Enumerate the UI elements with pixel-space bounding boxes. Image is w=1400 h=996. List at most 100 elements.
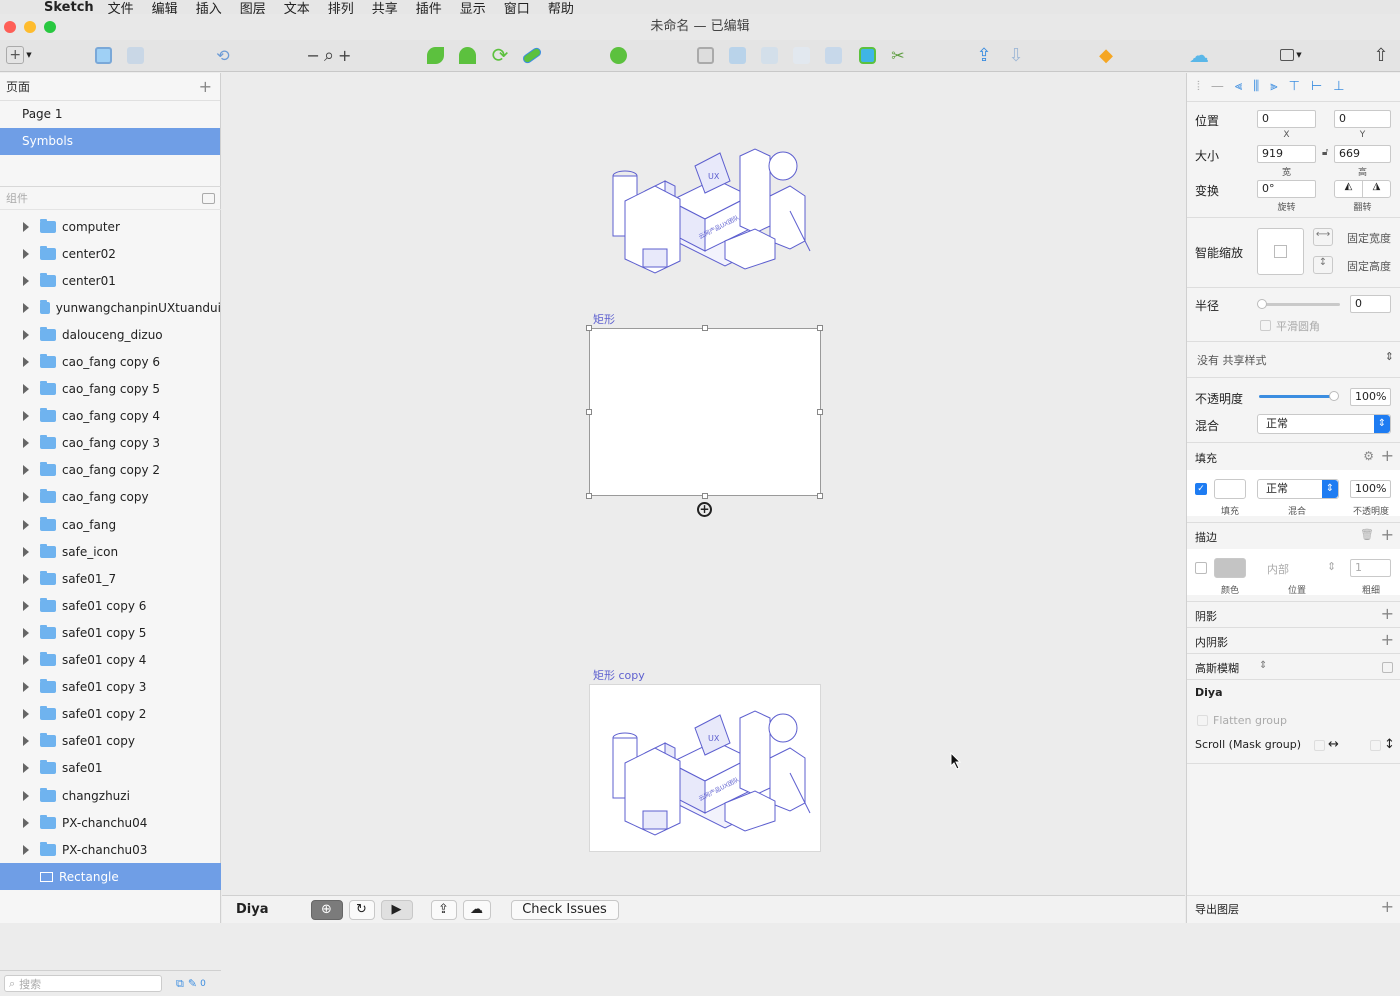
disclosure-icon[interactable] (23, 627, 29, 638)
disclosure-icon[interactable] (23, 844, 29, 855)
layer-item[interactable]: cao_fang copy 3 (0, 430, 221, 457)
border-position-select[interactable]: 内部 (1267, 561, 1289, 577)
fill-blend-select[interactable]: 正常 ⇕ (1257, 479, 1339, 499)
disclosure-icon[interactable] (23, 817, 29, 828)
artboard-label-rectangle-copy[interactable]: 矩形 copy (593, 667, 645, 683)
scroll-vertical-checkbox[interactable] (1370, 740, 1381, 751)
layer-item[interactable]: safe01 copy 4 (0, 647, 221, 674)
menu-insert[interactable]: 插入 (196, 0, 222, 15)
flip-vertical-icon[interactable]: ◮ (1363, 181, 1390, 197)
chevron-updown-icon[interactable]: ⇕ (1385, 350, 1394, 363)
add-page-icon[interactable]: + (199, 77, 212, 96)
resize-handle-tr[interactable] (817, 325, 823, 331)
add-inner-shadow-icon[interactable]: + (1381, 630, 1394, 649)
disclosure-icon[interactable] (23, 790, 29, 801)
menu-layer[interactable]: 图层 (240, 0, 266, 15)
layer-item[interactable]: dalouceng_dizuo (0, 321, 221, 348)
layer-item[interactable]: changzhuzi (0, 782, 221, 809)
fix-height-icon[interactable]: ↕ (1313, 256, 1333, 274)
selected-rectangle[interactable] (589, 328, 821, 496)
disclosure-icon[interactable] (23, 465, 29, 476)
forward-button[interactable]: ⇪ (972, 44, 996, 66)
disclosure-icon[interactable] (23, 736, 29, 747)
y-field[interactable]: 0 (1334, 110, 1391, 128)
cloud-button[interactable]: ☁ (462, 899, 491, 920)
add-point-icon[interactable]: + (697, 502, 712, 517)
create-symbol-button[interactable] (93, 44, 113, 66)
resize-handle-l[interactable] (586, 409, 592, 415)
align-right-icon[interactable]: ⫸ (1270, 79, 1277, 94)
menu-window[interactable]: 窗口 (504, 0, 530, 15)
resizing-control[interactable] (1257, 228, 1304, 275)
blur-section-label[interactable]: 高斯模糊 (1195, 660, 1239, 676)
add-button[interactable]: ⊕ (310, 899, 343, 920)
fix-width-icon[interactable]: ⟷ (1313, 228, 1333, 246)
align-top-icon[interactable]: ⊤ (1289, 79, 1300, 94)
disclosure-icon[interactable] (23, 302, 29, 313)
disclosure-icon[interactable] (23, 763, 29, 774)
mask-button[interactable] (694, 44, 716, 66)
layer-item[interactable]: safe01 copy 6 (0, 592, 221, 619)
blend-select[interactable]: 正常 ⇕ (1257, 414, 1391, 434)
zoom-control[interactable]: − ⌕ + (298, 44, 360, 66)
menu-app-name[interactable]: Sketch (44, 0, 94, 14)
border-color-swatch[interactable] (1214, 558, 1246, 578)
disclosure-icon[interactable] (23, 438, 29, 449)
page-item-page1[interactable]: Page 1 (0, 101, 220, 128)
menu-share[interactable]: 共享 (372, 0, 398, 15)
layer-item[interactable]: cao_fang (0, 511, 221, 538)
zoom-out-icon[interactable]: − (307, 46, 320, 65)
menu-file[interactable]: 文件 (108, 0, 134, 15)
disclosure-icon[interactable] (23, 492, 29, 503)
collapse-icon[interactable] (202, 192, 215, 204)
resize-handle-t[interactable] (702, 325, 708, 331)
union-button[interactable] (424, 44, 446, 66)
radius-slider[interactable] (1257, 299, 1340, 309)
layer-item[interactable]: cao_fang copy 2 (0, 457, 221, 484)
play-button[interactable]: ▶ (380, 899, 413, 920)
add-fill-icon[interactable]: + (1381, 446, 1394, 465)
export-button[interactable]: ⇧ (1370, 44, 1392, 66)
smooth-corners-checkbox[interactable] (1260, 320, 1271, 331)
disclosure-icon[interactable] (23, 519, 29, 530)
resize-handle-tl[interactable] (586, 325, 592, 331)
components-filter[interactable]: 组件 (0, 186, 221, 210)
layer-item[interactable]: center02 (0, 240, 221, 267)
layer-item[interactable]: safe01_7 (0, 565, 221, 592)
artboard-label-rectangle[interactable]: 矩形 (593, 311, 615, 327)
scroll-horizontal-checkbox[interactable] (1314, 740, 1325, 751)
rotation-field[interactable]: 0° (1257, 180, 1316, 198)
menu-view[interactable]: 显示 (460, 0, 486, 15)
disclosure-icon[interactable] (23, 221, 29, 232)
disclosure-icon[interactable] (23, 655, 29, 666)
resize-handle-br[interactable] (817, 493, 823, 499)
symbols-filter-icon[interactable]: ⧉ (176, 977, 184, 991)
layer-item[interactable]: computer (0, 213, 221, 240)
pencil-button[interactable] (520, 44, 544, 66)
check-issues-button[interactable]: Check Issues (510, 899, 619, 920)
width-field[interactable]: 919 (1257, 145, 1316, 163)
boolean-subtract-button[interactable] (758, 44, 780, 66)
layer-item[interactable]: safe01 copy (0, 728, 221, 755)
add-shadow-icon[interactable]: + (1381, 604, 1394, 623)
fill-color-swatch[interactable] (1214, 479, 1246, 499)
layer-item-selected[interactable]: Rectangle (0, 863, 221, 891)
layer-item[interactable]: PX-chanchu04 (0, 809, 221, 836)
flatten-group-checkbox[interactable] (1197, 715, 1208, 726)
disclosure-icon[interactable] (23, 248, 29, 259)
disclosure-icon[interactable] (23, 709, 29, 720)
close-window-button[interactable] (4, 21, 16, 33)
layer-item[interactable]: safe_icon (0, 538, 221, 565)
resize-handle-b[interactable] (702, 493, 708, 499)
menu-help[interactable]: 帮助 (548, 0, 574, 15)
layer-item[interactable]: cao_fang copy 6 (0, 348, 221, 375)
speech-button[interactable] (606, 44, 630, 66)
add-border-icon[interactable]: + (1381, 525, 1394, 544)
border-width-field[interactable]: 1 (1350, 559, 1391, 577)
layer-item[interactable]: center01 (0, 267, 221, 294)
distribute-h-icon[interactable]: ⦙ (1197, 79, 1200, 94)
boolean-intersect-button[interactable] (790, 44, 812, 66)
boolean-difference-button[interactable] (822, 44, 844, 66)
menu-edit[interactable]: 编辑 (152, 0, 178, 15)
scissors-button[interactable] (856, 44, 878, 66)
